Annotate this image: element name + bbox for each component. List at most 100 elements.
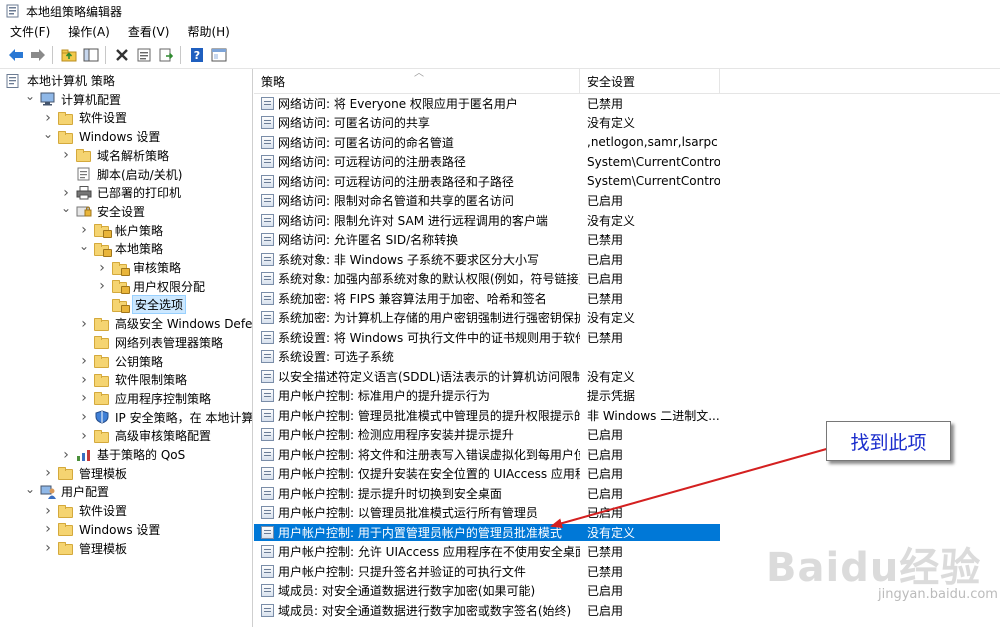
policy-row[interactable]: 网络访问: 限制允许对 SAM 进行远程调用的客户端 没有定义 [254,211,1000,231]
menu-action[interactable]: 操作(A) [59,22,119,42]
chevron-right-icon[interactable]: › [78,409,90,425]
tree-item[interactable]: 网络列表管理器策略 [78,333,223,352]
policy-row[interactable]: 域成员: 对安全通道数据进行数字加密或数字签名(始终) 已启用 [254,601,1000,621]
menu-file[interactable]: 文件(F) [0,22,59,42]
tree-item-label: Windows 设置 [79,130,161,145]
policy-row[interactable]: 系统设置: 将 Windows 可执行文件中的证书规则用于软件... 已禁用 [254,328,1000,348]
chevron-right-icon[interactable]: › [78,316,90,332]
tree-item[interactable]: 脚本(启动/关机) [60,165,182,184]
policy-row[interactable]: 用户帐户控制: 以管理员批准模式运行所有管理员 已启用 [254,503,1000,523]
tree-item[interactable]: › IP 安全策略，在 本地计算机 [78,408,252,427]
chevron-down-icon[interactable]: ⌄ [78,239,90,253]
policy-row[interactable]: 用户帐户控制: 仅提升安装在安全位置的 UIAccess 应用程序 已启用 [254,464,1000,484]
tree-item[interactable]: › 应用程序控制策略 [78,389,211,408]
tree-item[interactable]: › 高级安全 Windows Defender [78,314,252,333]
policy-row[interactable]: 域成员: 对安全通道数据进行数字加密(如果可能) 已启用 [254,581,1000,601]
chevron-right-icon[interactable]: › [96,260,108,276]
tree-item[interactable]: › 帐户策略 [78,221,163,240]
tree-item[interactable]: ⌄ 计算机配置 [24,89,121,109]
tree-item-label: 软件限制策略 [115,373,188,388]
chevron-right-icon[interactable]: › [78,372,90,388]
column-header-setting[interactable]: 安全设置 [580,69,720,93]
policy-row[interactable]: 系统对象: 加强内部系统对象的默认权限(例如，符号链接) 已启用 [254,269,1000,289]
policy-row[interactable]: 以安全描述符定义语言(SDDL)语法表示的计算机访问限制 没有定义 [254,367,1000,387]
folder-icon [94,373,110,387]
back-icon[interactable] [6,45,26,65]
chart-icon [76,448,92,462]
chevron-right-icon[interactable]: › [78,390,90,406]
delete-icon[interactable] [112,45,132,65]
chevron-right-icon[interactable]: › [78,353,90,369]
chevron-right-icon[interactable]: › [78,222,90,238]
policy-row[interactable]: 网络访问: 可远程访问的注册表路径 System\CurrentContro... [254,152,1000,172]
tree-item[interactable]: ⌄ 安全设置 [60,201,145,221]
policy-row[interactable]: 用户帐户控制: 标准用户的提升提示行为 提示凭据 [254,386,1000,406]
tree-item[interactable]: › 软件设置 [42,108,127,127]
tree-item[interactable]: › 基于策略的 QoS [60,445,185,464]
tree-item[interactable]: › 软件设置 [42,501,127,520]
up-folder-icon[interactable] [59,45,79,65]
policy-name: 系统对象: 加强内部系统对象的默认权限(例如，符号链接) [278,272,580,287]
chevron-down-icon[interactable]: ⌄ [42,127,54,141]
tree-item[interactable]: › 用户权限分配 [96,277,205,296]
chevron-right-icon[interactable]: › [96,278,108,294]
tree-item-label: 基于策略的 QoS [97,448,186,462]
folder-icon [58,504,74,518]
policy-row[interactable]: 用户帐户控制: 提示提升时切换到安全桌面 已启用 [254,484,1000,504]
policy-row[interactable]: 网络访问: 将 Everyone 权限应用于匿名用户 已禁用 [254,94,1000,114]
forward-icon[interactable] [28,45,48,65]
chevron-right-icon[interactable]: › [42,110,54,126]
folder-icon [94,391,110,406]
policy-row[interactable]: 网络访问: 可匿名访问的命名管道 ,netlogon,samr,lsarpc [254,133,1000,153]
policy-row[interactable]: 系统设置: 可选子系统 [254,347,1000,367]
policy-row[interactable]: 网络访问: 可远程访问的注册表路径和子路径 System\CurrentContr… [254,172,1000,192]
chevron-right-icon[interactable]: › [42,521,54,537]
chevron-right-icon[interactable]: › [60,185,72,201]
policy-cell: 用户帐户控制: 检测应用程序安装并提示提升 [254,426,580,443]
chevron-down-icon[interactable]: ⌄ [60,201,72,215]
tree-item[interactable]: › Windows 设置 [42,520,160,539]
policy-row[interactable]: 用户帐户控制: 用于内置管理员帐户的管理员批准模式 没有定义 [254,523,720,543]
chevron-down-icon[interactable]: ⌄ [24,482,36,496]
tree-item[interactable]: › 管理模板 [42,464,127,483]
policy-row[interactable]: 用户帐户控制: 允许 UIAccess 应用程序在不使用安全桌面... 已禁用 [254,542,1000,562]
export-list-icon[interactable] [156,45,176,65]
tree-item[interactable]: › 软件限制策略 [78,370,187,389]
tree-item[interactable]: ⌄ Windows 设置 [42,127,160,146]
chevron-right-icon[interactable]: › [60,447,72,463]
security-setting-value: 已禁用 [587,564,624,579]
policy-row[interactable]: 网络访问: 允许匿名 SID/名称转换 已禁用 [254,230,1000,250]
tree-item[interactable]: 本地计算机 策略 [6,71,115,90]
tree-item[interactable]: › 公钥策略 [78,352,163,371]
tree-item[interactable]: ⌄ 本地策略 [78,239,163,258]
policy-name: 用户帐户控制: 检测应用程序安装并提示提升 [278,428,514,443]
chevron-down-icon[interactable]: ⌄ [24,89,36,103]
policy-row[interactable]: 用户帐户控制: 只提升签名并验证的可执行文件 已禁用 [254,562,1000,582]
tree-item[interactable]: › 审核策略 [96,258,181,277]
policy-row[interactable]: 系统对象: 非 Windows 子系统不要求区分大小写 已启用 [254,250,1000,270]
policy-setting-icon [261,135,274,149]
show-hide-tree-icon[interactable] [81,45,101,65]
menu-view[interactable]: 查看(V) [119,22,179,42]
tree-item[interactable]: › 高级审核策略配置 [78,426,211,445]
help-icon[interactable]: ? [187,45,207,65]
policy-row[interactable]: 网络访问: 可匿名访问的共享 没有定义 [254,113,1000,133]
policy-row[interactable]: 系统加密: 将 FIPS 兼容算法用于加密、哈希和签名 已禁用 [254,289,1000,309]
tree-item[interactable]: › 已部署的打印机 [60,183,181,202]
tree-item[interactable]: › 管理模板 [42,539,127,558]
view-icon[interactable] [209,45,229,65]
chevron-right-icon[interactable]: › [42,540,54,556]
tree-item[interactable]: ⌄ 用户配置 [24,482,109,501]
policy-row[interactable]: 网络访问: 限制对命名管道和共享的匿名访问 已启用 [254,191,1000,211]
tree-item[interactable]: › 域名解析策略 [60,146,169,165]
chevron-right-icon[interactable]: › [42,465,54,481]
chevron-right-icon[interactable]: › [60,147,72,163]
security-setting-value: 已启用 [587,603,624,618]
policy-row[interactable]: 系统加密: 为计算机上存储的用户密钥强制进行强密钥保护 没有定义 [254,308,1000,328]
properties-icon[interactable] [134,45,154,65]
column-header-policy[interactable]: ︿ 策略 [254,69,580,93]
chevron-right-icon[interactable]: › [78,428,90,444]
chevron-right-icon[interactable]: › [42,503,54,519]
menu-help[interactable]: 帮助(H) [178,22,238,42]
tree-item[interactable]: 安全选项 [96,295,187,315]
